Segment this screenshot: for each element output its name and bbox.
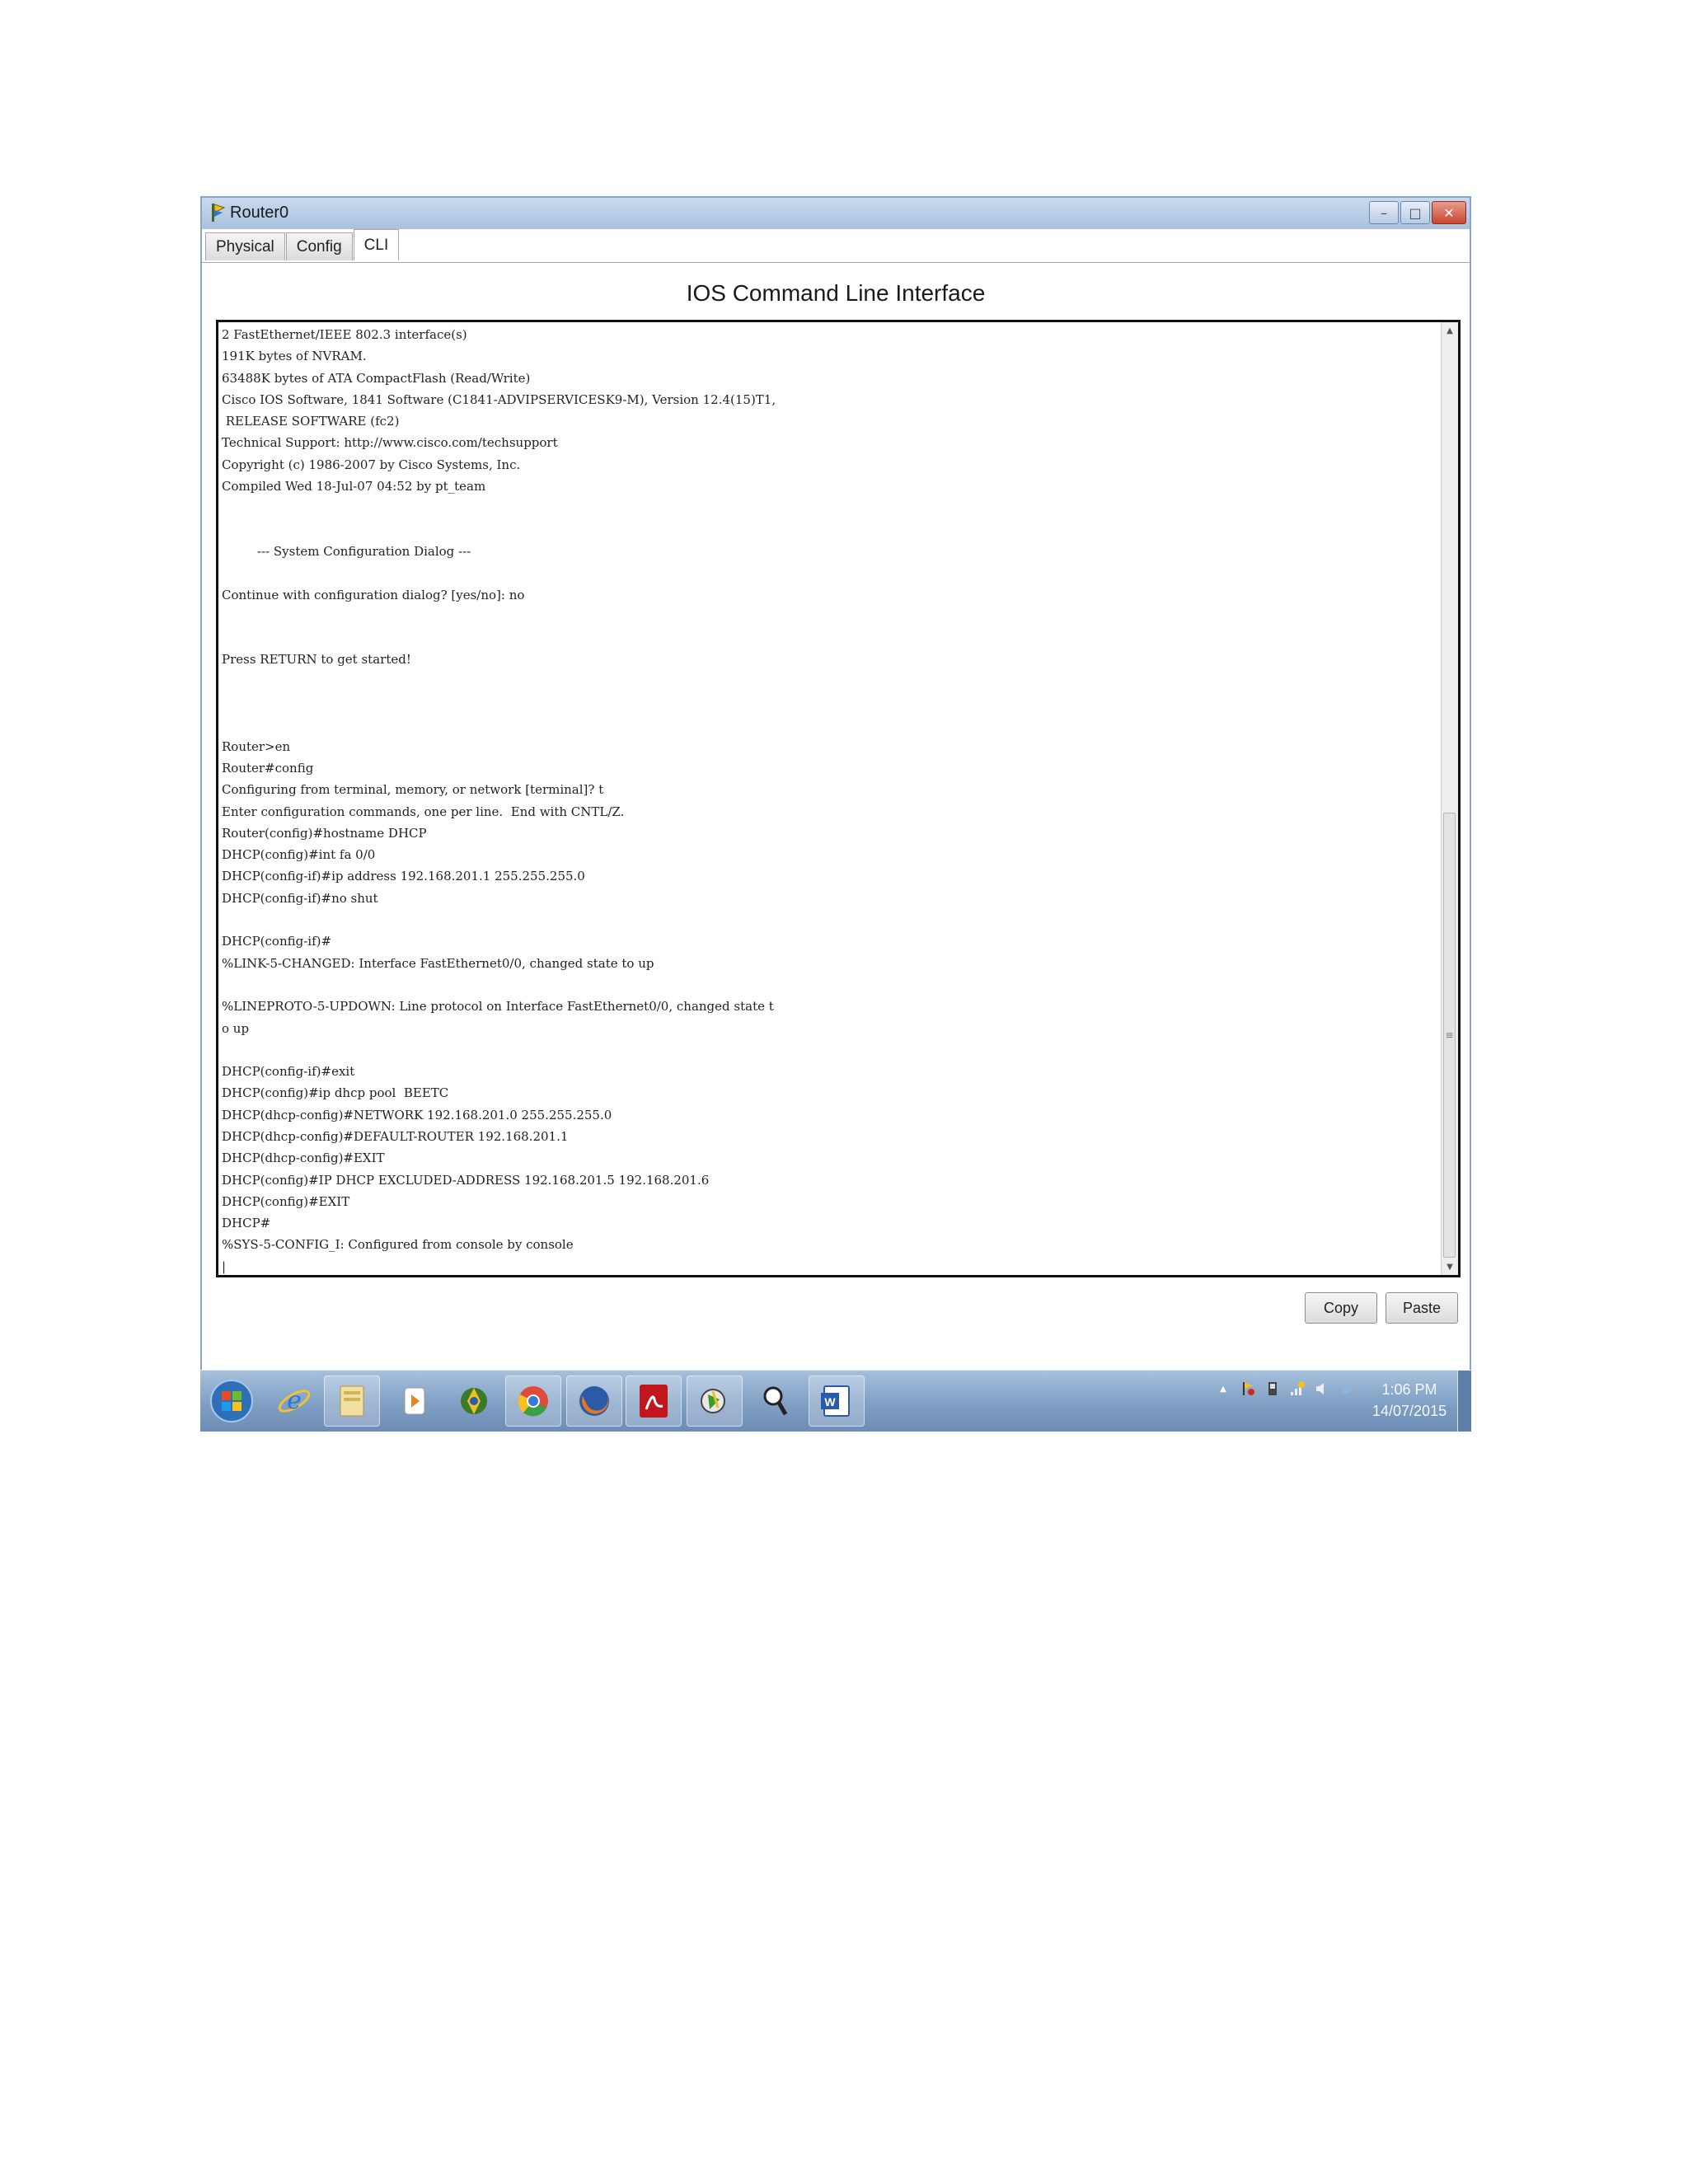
minimize-button[interactable]: – xyxy=(1369,201,1399,224)
tab-config[interactable]: Config xyxy=(285,232,353,260)
window-title: Router0 xyxy=(230,204,289,222)
tab-divider xyxy=(202,262,1470,263)
copy-button[interactable]: Copy xyxy=(1305,1292,1377,1324)
scroll-up-arrow-icon[interactable]: ▲ xyxy=(1442,322,1458,339)
window-controls: – □ ✕ xyxy=(1369,201,1466,224)
close-button[interactable]: ✕ xyxy=(1432,201,1466,224)
clock-date: 14/07/2015 xyxy=(1372,1403,1447,1419)
cli-panel-title: IOS Command Line Interface xyxy=(686,280,986,306)
network-status-icon[interactable] xyxy=(1288,1379,1306,1399)
app-tray-icon[interactable] xyxy=(1338,1379,1356,1399)
terminal-scrollbar[interactable]: ▲ ≡ ▼ xyxy=(1441,322,1458,1275)
clock-time: 1:06 PM xyxy=(1381,1381,1437,1398)
cli-terminal[interactable]: 2 FastEthernet/IEEE 802.3 interface(s) 1… xyxy=(216,320,1461,1277)
start-orb-icon[interactable] xyxy=(204,1376,260,1427)
taskbar-clock[interactable]: 1:06 PM 14/07/2015 xyxy=(1372,1379,1447,1422)
svg-text:W: W xyxy=(824,1395,836,1408)
chrome-icon[interactable] xyxy=(505,1376,561,1427)
packet-tracer-icon[interactable] xyxy=(687,1376,743,1427)
tab-physical[interactable]: Physical xyxy=(205,232,285,260)
scroll-down-arrow-icon[interactable]: ▼ xyxy=(1442,1258,1458,1275)
paste-button[interactable]: Paste xyxy=(1386,1292,1458,1324)
terminal-output[interactable]: 2 FastEthernet/IEEE 802.3 interface(s) 1… xyxy=(222,324,1438,1275)
acrobat-icon[interactable] xyxy=(626,1376,682,1427)
tab-bar: Physical Config CLI xyxy=(205,229,400,262)
router-app-icon xyxy=(209,203,227,223)
show-hidden-icons-arrow-icon[interactable]: ▲ xyxy=(1214,1379,1232,1399)
router-window: Router0 – □ ✕ Physical Config CLI IOS Co… xyxy=(200,196,1471,1381)
search-tool-icon[interactable] xyxy=(748,1376,804,1427)
volume-icon[interactable] xyxy=(1313,1379,1331,1399)
scroll-thumb[interactable]: ≡ xyxy=(1443,813,1456,1258)
network-app-icon[interactable] xyxy=(446,1376,502,1427)
internet-explorer-icon[interactable]: e xyxy=(266,1376,322,1427)
tab-cli[interactable]: CLI xyxy=(353,229,400,260)
taskbar: e W ▲ 1:06 PM 14/07/2015 xyxy=(200,1370,1471,1432)
title-bar[interactable]: Router0 – □ ✕ xyxy=(202,198,1470,229)
svg-text:e: e xyxy=(287,1386,302,1415)
scroll-grip-icon: ≡ xyxy=(1445,1029,1454,1041)
device-icon[interactable] xyxy=(1264,1379,1282,1399)
media-player-icon[interactable] xyxy=(387,1376,443,1427)
maximize-button[interactable]: □ xyxy=(1400,201,1430,224)
action-center-flag-icon[interactable] xyxy=(1239,1379,1257,1399)
file-explorer-icon[interactable] xyxy=(324,1376,380,1427)
firefox-icon[interactable] xyxy=(566,1376,622,1427)
show-desktop-button[interactable] xyxy=(1457,1371,1471,1432)
system-tray: ▲ xyxy=(1214,1379,1356,1399)
word-icon[interactable]: W xyxy=(809,1376,865,1427)
